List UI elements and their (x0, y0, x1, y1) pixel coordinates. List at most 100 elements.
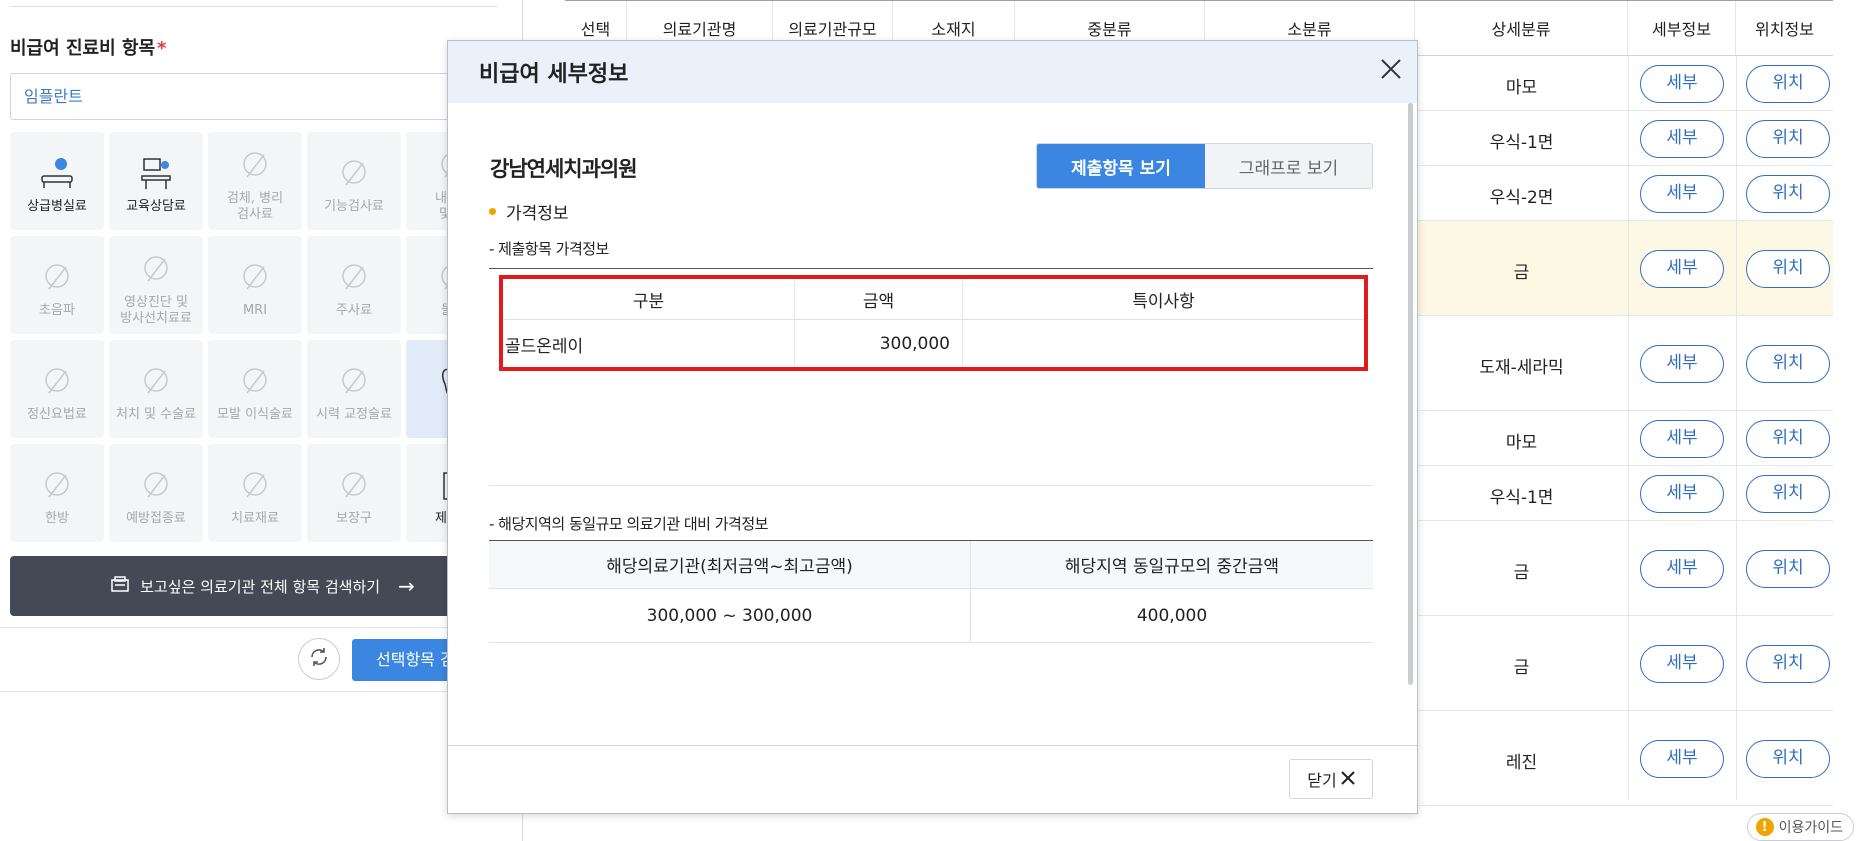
category-tile[interactable]: MRI (208, 236, 302, 334)
bullet-icon (489, 208, 496, 215)
category-tile[interactable]: 초음파 (10, 236, 104, 334)
detail-info-button[interactable]: 세부 (1640, 174, 1724, 213)
surgery-icon (133, 361, 179, 403)
category-tile[interactable]: 검체, 병리 검사료 (208, 132, 302, 230)
highlight-box (499, 275, 1368, 371)
brain-icon (34, 361, 80, 403)
location-info-button[interactable]: 위치 (1746, 344, 1830, 383)
detail-info-button[interactable]: 세부 (1640, 64, 1724, 103)
detail-modal: 비급여 세부정보 강남연세치과의원 제출항목 보기 그래프로 보기 가격정보 -… (447, 40, 1418, 814)
category-tile[interactable]: 치료재료 (208, 444, 302, 542)
divider (489, 268, 1373, 269)
detail-info-button[interactable]: 세부 (1640, 739, 1724, 778)
institution-price-range: 300,000 ~ 300,000 (489, 589, 971, 642)
divider (489, 485, 1373, 486)
category-label: 영상진단 및 방사선치료료 (120, 295, 192, 326)
imaging-icon (133, 249, 179, 291)
location-info-button[interactable]: 위치 (1746, 119, 1830, 158)
col-header-institution-range: 해당의료기관(최저금액~최고금액) (489, 541, 971, 588)
info-icon: ! (1755, 818, 1774, 836)
vaccine-icon (133, 465, 179, 507)
detail-info-button[interactable]: 세부 (1640, 119, 1724, 158)
reset-button[interactable] (298, 638, 340, 680)
col-header-regional-median: 해당지역 동일규모의 중간금액 (1064, 557, 1280, 577)
category-label: MRI (242, 303, 268, 318)
category-label: 한방 (45, 511, 69, 526)
category-tile[interactable]: 교육상담료 (109, 132, 203, 230)
detail-category-cell: 도재-세라믹 (1479, 357, 1564, 378)
refresh-icon (307, 645, 331, 673)
category-tile[interactable]: 한방 (10, 444, 104, 542)
category-label: 교육상담료 (126, 199, 186, 214)
folder-icon (110, 575, 130, 597)
usage-guide-label: 이용가이드 (1778, 820, 1843, 836)
col-header-location-info: 위치정보 (1755, 20, 1814, 39)
treatment-item-input[interactable]: 임플란트 (10, 73, 510, 120)
detail-info-button[interactable]: 세부 (1640, 419, 1724, 458)
modal-title: 비급여 세부정보 (479, 62, 629, 87)
location-info-button[interactable]: 위치 (1746, 419, 1830, 458)
detail-category-cell: 우식-2면 (1489, 187, 1554, 208)
section-title-text: 비급여 진료비 항목 (10, 38, 156, 59)
category-tile[interactable]: 예방접종료 (109, 444, 203, 542)
category-label: 모발 이식술료 (217, 407, 293, 422)
detail-category-cell: 금 (1513, 562, 1530, 583)
function-test-icon (331, 153, 377, 195)
category-tile[interactable]: 모발 이식술료 (208, 340, 302, 438)
category-tile[interactable]: 처치 및 수술료 (109, 340, 203, 438)
ultrasound-icon (34, 257, 80, 299)
mri-icon (232, 257, 278, 299)
close-button[interactable]: 닫기 (1289, 759, 1373, 799)
detail-info-button[interactable]: 세부 (1640, 344, 1724, 383)
category-tile[interactable]: 보장구 (307, 444, 401, 542)
modal-scrollbar[interactable] (1408, 103, 1413, 685)
regional-price-title: - 해당지역의 동일규모 의료기관 대비 가격정보 (489, 515, 768, 533)
location-info-button[interactable]: 위치 (1746, 174, 1830, 213)
acupuncture-icon (34, 465, 80, 507)
close-button-label: 닫기 (1307, 771, 1337, 790)
detail-category-cell: 우식-1면 (1489, 487, 1554, 508)
category-tile[interactable]: 시력 교정술료 (307, 340, 401, 438)
location-info-button[interactable]: 위치 (1746, 644, 1830, 683)
category-label: 예방접종료 (126, 511, 186, 526)
filter-panel: 비급여 진료비 항목 * 임플란트 상급병실료 교육상담료 검체, 병리 검사료 기능검… (0, 0, 523, 841)
location-info-button[interactable]: 위치 (1746, 474, 1830, 513)
regional-table-header: 해당의료기관(최저금액~최고금액) 해당지역 동일규모의 중간금액 (489, 541, 1373, 589)
divider (0, 691, 523, 692)
close-icon (1341, 770, 1355, 789)
category-label: 주사료 (336, 303, 372, 318)
col-header-detail-category: 상세분류 (1415, 1, 1628, 55)
category-label: 상급병실료 (27, 199, 87, 214)
modal-header: 비급여 세부정보 (448, 41, 1417, 103)
section-title: 비급여 진료비 항목 * (10, 34, 166, 60)
detail-info-button[interactable]: 세부 (1640, 644, 1724, 683)
search-all-items-button[interactable]: 보고싶은 의료기관 전체 항목 검색하기 → (10, 556, 515, 616)
detail-info-button[interactable]: 세부 (1640, 549, 1724, 588)
location-info-button[interactable]: 위치 (1746, 549, 1830, 588)
price-info-heading: 가격정보 (489, 199, 569, 224)
modal-close-button[interactable] (1375, 55, 1407, 87)
hospital-name: 강남연세치과의원 (490, 157, 638, 181)
tab-graph-view[interactable]: 그래프로 보기 (1205, 144, 1372, 188)
arrow-right-icon: → (398, 574, 415, 598)
tab-submitted-items[interactable]: 제출항목 보기 (1037, 144, 1205, 188)
col-header-detail-info: 세부정보 (1628, 1, 1736, 55)
category-tile[interactable]: 영상진단 및 방사선치료료 (109, 236, 203, 334)
category-tile[interactable]: 기능검사료 (307, 132, 401, 230)
detail-info-button[interactable]: 세부 (1640, 474, 1724, 513)
specimen-test-icon (232, 145, 278, 187)
detail-category-cell: 우식-1면 (1489, 132, 1554, 153)
view-toggle: 제출항목 보기 그래프로 보기 (1036, 143, 1373, 189)
category-tile[interactable]: 주사료 (307, 236, 401, 334)
category-tile[interactable]: 상급병실료 (10, 132, 104, 230)
divider (448, 745, 1417, 746)
price-info-title: 가격정보 (506, 204, 569, 224)
category-tile[interactable]: 정신요법료 (10, 340, 104, 438)
location-info-button[interactable]: 위치 (1746, 739, 1830, 778)
search-all-label: 보고싶은 의료기관 전체 항목 검색하기 (140, 577, 381, 596)
detail-info-button[interactable]: 세부 (1640, 249, 1724, 288)
location-info-button[interactable]: 위치 (1746, 64, 1830, 103)
consultation-icon (133, 153, 179, 195)
location-info-button[interactable]: 위치 (1746, 249, 1830, 288)
usage-guide-button[interactable]: ! 이용가이드 (1746, 813, 1854, 841)
